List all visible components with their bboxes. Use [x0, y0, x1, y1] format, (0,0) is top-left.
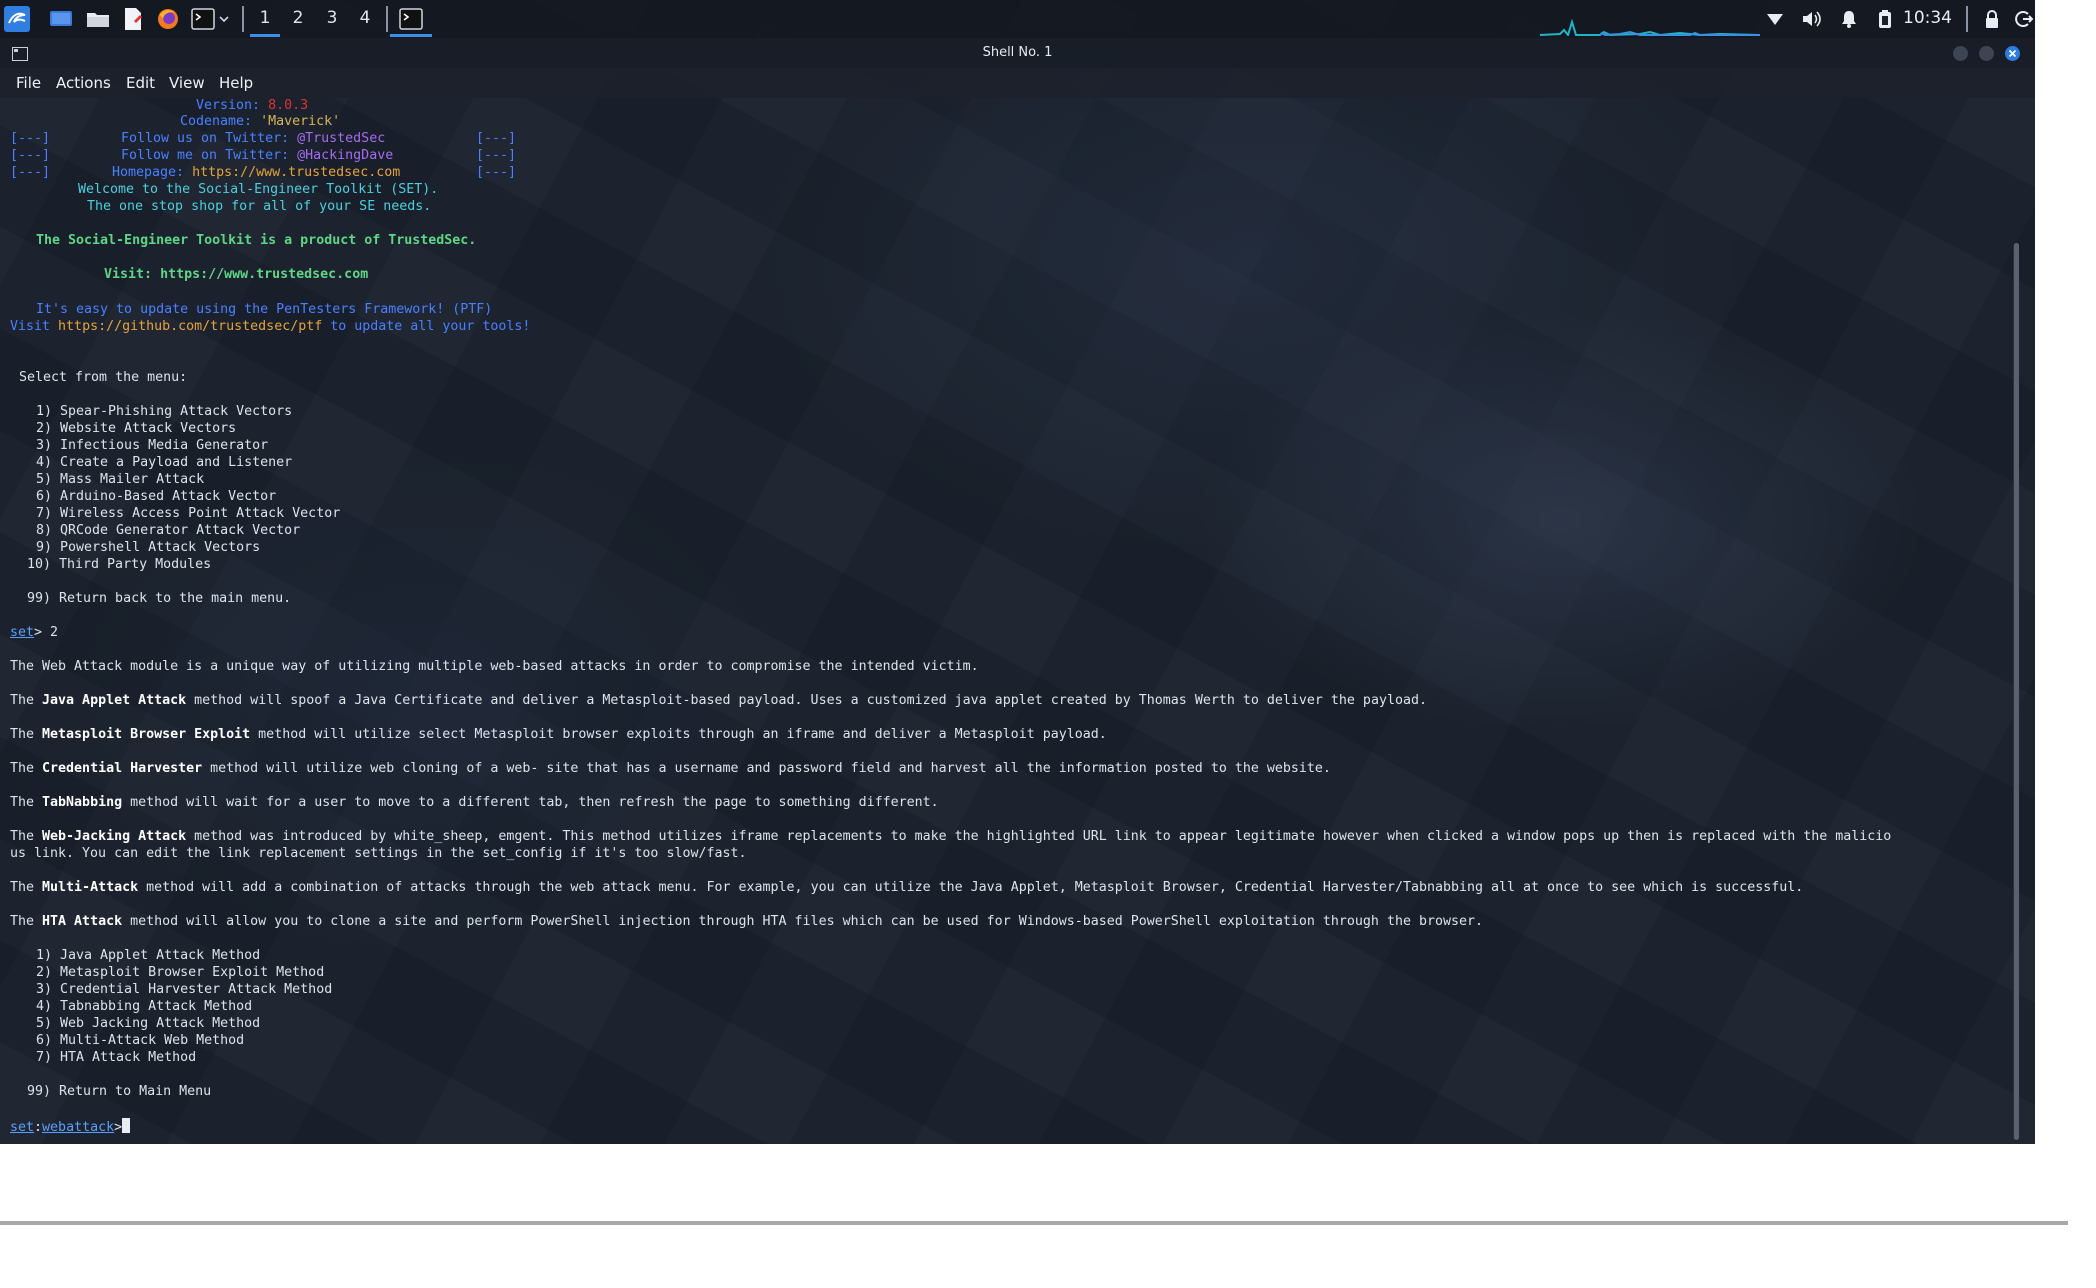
banner-bracket: [---]	[476, 165, 517, 180]
menu-view[interactable]: View	[169, 74, 205, 92]
banner-product: The Social-Engineer Toolkit is a product…	[36, 233, 477, 248]
menubar: File Actions Edit View Help	[0, 68, 2035, 98]
battery-icon[interactable]	[1873, 6, 1897, 32]
close-button[interactable]	[2005, 46, 2020, 61]
web-menu-item: 3) Credential Harvester Attack Method	[36, 982, 333, 997]
menu-help[interactable]: Help	[219, 74, 253, 92]
menu-file[interactable]: File	[16, 74, 41, 92]
kali-menu-icon[interactable]	[4, 6, 30, 32]
maximize-button[interactable]	[1979, 46, 1994, 61]
taskbar: 1 2 3 4 10:34	[0, 0, 2035, 38]
select-prompt: Select from the menu:	[19, 370, 188, 385]
workspace-1[interactable]: 1	[255, 8, 275, 28]
workspace-4[interactable]: 4	[355, 8, 375, 28]
logout-icon[interactable]	[2012, 6, 2035, 32]
cpu-usage-graph	[1540, 18, 1760, 36]
main-menu-return: 99) Return back to the main menu.	[27, 591, 292, 606]
file-manager-icon[interactable]	[85, 6, 111, 32]
scrollbar-thumb[interactable]	[2014, 243, 2019, 1140]
task-terminal-icon[interactable]	[395, 6, 427, 32]
text-editor-icon[interactable]	[120, 6, 146, 32]
main-menu-item: 9) Powershell Attack Vectors	[36, 540, 261, 555]
clock[interactable]: 10:34	[1903, 8, 1952, 28]
banner-welcome: Welcome to the Social-Engineer Toolkit (…	[78, 182, 439, 197]
banner-bracket: [---]	[10, 148, 51, 163]
main-menu-item: 10) Third Party Modules	[27, 557, 212, 572]
page-divider	[0, 1221, 2068, 1225]
attack-description: The Java Applet Attack method will spoof…	[10, 693, 1427, 708]
banner-ptf-line: It's easy to update using the PenTesters…	[36, 302, 493, 317]
workspace-2[interactable]: 2	[288, 8, 308, 28]
banner-bracket: [---]	[10, 165, 51, 180]
main-menu-item: 7) Wireless Access Point Attack Vector	[36, 506, 341, 521]
menu-edit[interactable]: Edit	[126, 74, 155, 92]
banner-twitter-me: Follow me on Twitter: @HackingDave	[121, 148, 394, 163]
show-desktop-icon[interactable]	[48, 6, 74, 32]
main-menu-item: 2) Website Attack Vectors	[36, 421, 237, 436]
main-menu-item: 3) Infectious Media Generator	[36, 438, 269, 453]
attack-description: The Multi-Attack method will add a combi…	[10, 880, 1804, 895]
web-menu-item: 2) Metasploit Browser Exploit Method	[36, 965, 325, 980]
menu-actions[interactable]: Actions	[56, 74, 111, 92]
terminal-output[interactable]: Version: 8.0.3 Codename: 'Maverick' [---…	[0, 98, 2035, 1144]
attack-description: The TabNabbing method will wait for a us…	[10, 795, 939, 810]
webattack-prompt[interactable]: set:webattack>	[10, 1118, 131, 1136]
banner-visit: Visit: https://www.trustedsec.com	[104, 267, 369, 282]
web-menu-item: 1) Java Applet Attack Method	[36, 948, 261, 963]
banner-version-line: Version: 8.0.3	[196, 98, 309, 113]
volume-icon[interactable]	[1800, 6, 1824, 32]
main-menu-item: 1) Spear-Phishing Attack Vectors	[36, 404, 293, 419]
web-menu-item: 6) Multi-Attack Web Method	[36, 1033, 245, 1048]
active-task-indicator	[390, 34, 432, 37]
attack-description: The Credential Harvester method will uti…	[10, 761, 1331, 776]
main-menu-item: 5) Mass Mailer Attack	[36, 472, 205, 487]
main-menu-item: 6) Arduino-Based Attack Vector	[36, 489, 277, 504]
main-menu-item: 8) QRCode Generator Attack Vector	[36, 523, 301, 538]
attack-description: The Metasploit Browser Exploit method wi…	[10, 727, 1107, 742]
web-menu-return: 99) Return to Main Menu	[27, 1084, 212, 1099]
banner-twitter-us: Follow us on Twitter: @TrustedSec	[121, 131, 386, 146]
banner-bracket: [---]	[476, 131, 517, 146]
terminal-launcher-icon[interactable]	[190, 6, 216, 32]
banner-homepage: Homepage: https://www.trustedsec.com	[112, 165, 401, 180]
active-workspace-indicator	[250, 34, 280, 37]
window-title: Shell No. 1	[982, 45, 1053, 60]
workspace-3[interactable]: 3	[322, 8, 342, 28]
main-menu-item: 4) Create a Payload and Listener	[36, 455, 293, 470]
close-icon	[2008, 49, 2017, 58]
web-menu-item: 7) HTA Attack Method	[36, 1050, 197, 1065]
notifications-icon[interactable]	[1837, 6, 1861, 32]
network-icon[interactable]	[1763, 6, 1787, 32]
banner-bracket: [---]	[476, 148, 517, 163]
taskbar-separator	[242, 6, 244, 32]
banner-ptf-visit: Visit https://github.com/trustedsec/ptf …	[10, 319, 531, 334]
text-cursor	[122, 1118, 131, 1133]
banner-tagline: The one stop shop for all of your SE nee…	[87, 199, 432, 214]
web-menu-item: 4) Tabnabbing Attack Method	[36, 999, 253, 1014]
lock-screen-icon[interactable]	[1980, 6, 2004, 32]
web-menu-item: 5) Web Jacking Attack Method	[36, 1016, 261, 1031]
banner-codename-line: Codename: 'Maverick'	[180, 114, 341, 129]
web-attack-intro: The Web Attack module is a unique way of…	[10, 659, 979, 674]
attack-description: us link. You can edit the link replaceme…	[10, 846, 747, 861]
attack-description: The HTA Attack method will allow you to …	[10, 914, 1484, 929]
desktop: 1 2 3 4 10:34 Shell No. 1 File Actions E…	[0, 0, 2035, 1144]
chevron-down-icon[interactable]	[216, 6, 232, 32]
set-prompt: set> 2	[10, 625, 59, 640]
attack-description: The Web-Jacking Attack method was introd…	[10, 829, 1892, 844]
taskbar-separator	[1966, 6, 1968, 32]
taskbar-separator	[386, 6, 388, 32]
firefox-icon[interactable]	[155, 6, 181, 32]
window-titlebar[interactable]: Shell No. 1	[0, 38, 2035, 68]
minimize-button[interactable]	[1953, 46, 1968, 61]
banner-bracket: [---]	[10, 131, 51, 146]
